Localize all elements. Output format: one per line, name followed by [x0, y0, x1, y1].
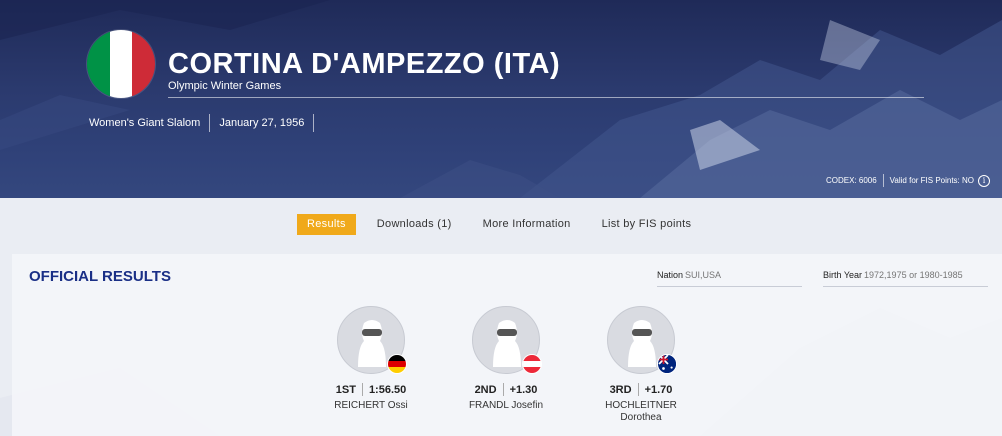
birth-year-label: Birth Year	[823, 270, 863, 280]
tab-more-information[interactable]: More Information	[473, 214, 581, 235]
time: +1.70	[644, 383, 673, 396]
austria-flag-icon	[522, 354, 542, 374]
codex-info: CODEX: 6006 Valid for FIS Points: NO i	[826, 174, 990, 187]
avatar	[607, 306, 677, 374]
divider	[361, 383, 363, 396]
content-area: Results Downloads (1) More Information L…	[0, 198, 1002, 436]
podium-card[interactable]: 3RD +1.70 HOCHLEITNER Dorothea	[571, 306, 711, 424]
avatar	[337, 306, 407, 374]
avatar	[472, 306, 542, 374]
athlete-name[interactable]: HOCHLEITNER Dorothea	[599, 400, 683, 424]
time: 1:56.50	[368, 383, 407, 396]
results-heading: OFFICIAL RESULTS	[29, 268, 171, 285]
rank-line: 3RD +1.70	[571, 383, 711, 396]
codex-label: CODEX: 6006	[825, 176, 877, 185]
nation-label: Nation	[657, 270, 684, 280]
divider	[168, 97, 924, 98]
divider	[502, 383, 504, 396]
birth-year-filter: Birth Year	[823, 270, 988, 287]
podium-card[interactable]: 2ND +1.30 FRANDL Josefin	[436, 306, 576, 412]
rank-line: 1ST 1:56.50	[301, 383, 441, 396]
rank-line: 2ND +1.30	[436, 383, 576, 396]
fis-points-label: Valid for FIS Points: NO	[889, 176, 974, 185]
italy-flag-icon	[87, 30, 155, 98]
hero-banner: CORTINA D'AMPEZZO (ITA) Olympic Winter G…	[0, 0, 1002, 198]
tab-bar: Results Downloads (1) More Information L…	[297, 214, 701, 235]
divider	[637, 383, 639, 396]
info-icon[interactable]: i	[978, 174, 990, 187]
event-date: January 27, 1956	[210, 114, 315, 132]
divider	[882, 174, 884, 187]
competition-subtitle: Olympic Winter Games	[168, 80, 282, 92]
australia-flag-icon	[657, 354, 677, 374]
rank: 2ND	[474, 383, 497, 396]
athlete-name[interactable]: REICHERT Ossi	[301, 400, 441, 412]
page-title: CORTINA D'AMPEZZO (ITA)	[168, 48, 561, 80]
athlete-name[interactable]: FRANDL Josefin	[436, 400, 576, 412]
tab-list-by-fis-points[interactable]: List by FIS points	[592, 214, 702, 235]
nation-input[interactable]	[685, 270, 803, 280]
event-name: Women's Giant Slalom	[80, 114, 211, 132]
results-panel: OFFICIAL RESULTS Nation Birth Year	[12, 254, 1002, 436]
event-info: Women's Giant Slalom January 27, 1956	[80, 114, 315, 132]
tab-results[interactable]: Results	[297, 214, 356, 235]
nation-filter: Nation	[657, 270, 803, 287]
mountain-background	[0, 0, 1002, 198]
birth-year-input[interactable]	[864, 270, 975, 280]
rank: 3RD	[609, 383, 632, 396]
podium-card[interactable]: 1ST 1:56.50 REICHERT Ossi	[301, 306, 441, 412]
time: +1.30	[509, 383, 538, 396]
tab-downloads[interactable]: Downloads (1)	[367, 214, 462, 235]
germany-flag-icon	[387, 354, 407, 374]
rank: 1ST	[335, 383, 356, 396]
